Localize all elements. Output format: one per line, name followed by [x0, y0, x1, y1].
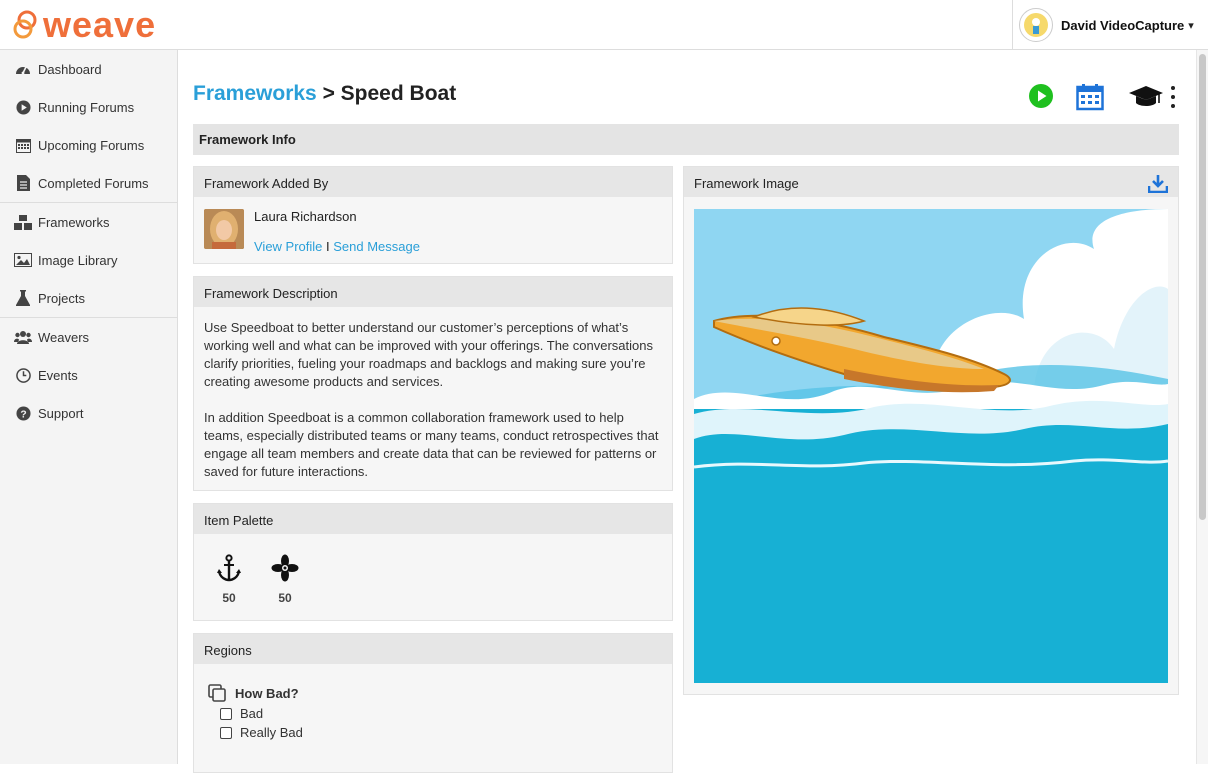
image-icon [14, 251, 32, 269]
author-name: Laura Richardson [254, 209, 357, 224]
description-paragraph: Use Speedboat to better understand our c… [204, 320, 653, 389]
sidebar-item-label: Dashboard [38, 61, 102, 77]
framework-image-panel: Framework Image [683, 166, 1179, 695]
breadcrumb-current: Speed Boat [340, 82, 457, 105]
sidebar-item-running-forums[interactable]: Running Forums [0, 88, 177, 126]
vertical-ellipsis-icon [1171, 86, 1175, 108]
region-option-label: Really Bad [240, 725, 303, 740]
sidebar-item-frameworks[interactable]: Frameworks [0, 203, 177, 241]
chevron-down-icon[interactable]: ▾ [1188, 19, 1194, 32]
author-avatar[interactable] [204, 209, 244, 249]
calendar-icon [1076, 84, 1104, 111]
region-option-label: Bad [240, 706, 264, 721]
page-actions [1028, 83, 1188, 113]
dashboard-icon [14, 60, 32, 78]
download-image-button[interactable] [1147, 175, 1169, 198]
question-icon: ? [14, 404, 32, 422]
copy-icon [208, 684, 226, 702]
clock-icon [14, 366, 32, 384]
sidebar-item-support[interactable]: ? Support [0, 394, 177, 432]
users-icon [14, 328, 32, 346]
user-menu[interactable]: David VideoCapture ▾ [1012, 0, 1208, 50]
main-content: Frameworks > Speed Boat Framework Info F… [178, 50, 1196, 773]
sidebar: Dashboard Running Forums Upcoming Forums… [0, 50, 178, 764]
breadcrumb-separator: > [316, 82, 341, 105]
added-by-panel: Framework Added By Laura Richardson View… [193, 166, 673, 264]
sidebar-item-label: Support [38, 405, 84, 421]
panel-heading: Item Palette [194, 504, 672, 534]
author-photo [204, 209, 244, 249]
palette-item[interactable]: 50 [270, 554, 300, 605]
author-links: View Profile I Send Message [254, 239, 420, 254]
region-group-label: How Bad? [235, 685, 299, 701]
description-panel: Framework Description Use Speedboat to b… [193, 276, 673, 491]
user-avatar-icon [1024, 13, 1048, 37]
palette-item[interactable]: 50 [214, 554, 244, 605]
regions-panel: Regions How Bad? Bad Really Bad [193, 633, 673, 773]
palette-count: 50 [222, 591, 236, 605]
breadcrumb-frameworks-link[interactable]: Frameworks [193, 82, 317, 105]
link-divider: I [322, 239, 334, 254]
region-checkbox[interactable] [220, 726, 232, 739]
start-forum-button[interactable] [1028, 83, 1054, 109]
item-palette-panel: Item Palette 50 50 [193, 503, 673, 621]
region-group-title: How Bad? [208, 684, 303, 702]
sidebar-item-dashboard[interactable]: Dashboard [0, 50, 177, 88]
play-circle-icon [14, 98, 32, 116]
download-icon [1147, 175, 1169, 194]
sidebar-item-label: Weavers [38, 329, 90, 345]
propeller-icon [271, 554, 299, 582]
more-options-button[interactable] [1168, 83, 1178, 111]
sidebar-item-completed-forums[interactable]: Completed Forums [0, 164, 177, 202]
sidebar-item-label: Frameworks [38, 214, 110, 230]
document-icon [14, 174, 32, 192]
region-group: How Bad? Bad Really Bad [208, 684, 303, 740]
sidebar-item-label: Image Library [38, 252, 118, 268]
calendar-icon [14, 136, 32, 154]
page-scrollbar[interactable] [1196, 50, 1208, 764]
panel-heading: Regions [194, 634, 672, 664]
cubes-icon [14, 213, 32, 231]
training-button[interactable] [1128, 83, 1164, 109]
user-avatar [1019, 8, 1053, 42]
sidebar-item-label: Projects [38, 290, 85, 306]
sidebar-item-label: Running Forums [38, 99, 135, 115]
sidebar-item-upcoming-forums[interactable]: Upcoming Forums [0, 126, 177, 164]
sidebar-item-image-library[interactable]: Image Library [0, 241, 177, 279]
palette-items: 50 50 [214, 554, 300, 605]
page-title: Frameworks > Speed Boat [193, 82, 456, 106]
sidebar-item-projects[interactable]: Projects [0, 279, 177, 317]
region-checkbox[interactable] [220, 707, 232, 720]
panel-heading: Framework Image [684, 167, 1178, 197]
top-bar: weave David VideoCapture ▾ [0, 0, 1208, 50]
anchor-icon [217, 554, 241, 582]
user-name: David VideoCapture [1061, 17, 1185, 33]
scrollbar-thumb[interactable] [1199, 54, 1206, 520]
view-profile-link[interactable]: View Profile [254, 239, 322, 254]
region-option[interactable]: Bad [220, 706, 303, 721]
schedule-forum-button[interactable] [1076, 83, 1104, 111]
framework-image [694, 209, 1168, 683]
weave-logo[interactable]: weave [13, 6, 156, 44]
sidebar-item-label: Events [38, 367, 78, 383]
play-icon [1029, 84, 1053, 108]
logo-text: weave [43, 4, 157, 45]
panel-heading: Framework Description [194, 277, 672, 307]
sidebar-item-events[interactable]: Events [0, 356, 177, 394]
description-paragraph: In addition Speedboat is a common collab… [204, 410, 659, 479]
region-option[interactable]: Really Bad [220, 725, 303, 740]
flask-icon [14, 289, 32, 307]
sidebar-item-label: Upcoming Forums [38, 137, 145, 153]
sidebar-item-weavers[interactable]: Weavers [0, 318, 177, 356]
graduation-cap-icon [1129, 86, 1163, 106]
palette-count: 50 [278, 591, 292, 605]
send-message-link[interactable]: Send Message [333, 239, 420, 254]
svg-text:?: ? [20, 409, 26, 420]
sidebar-item-label: Completed Forums [38, 175, 149, 191]
panel-heading: Framework Added By [194, 167, 672, 197]
framework-info-header: Framework Info [193, 124, 1179, 155]
weave-logo-icon [13, 10, 37, 39]
speedboat-illustration [694, 209, 1168, 683]
